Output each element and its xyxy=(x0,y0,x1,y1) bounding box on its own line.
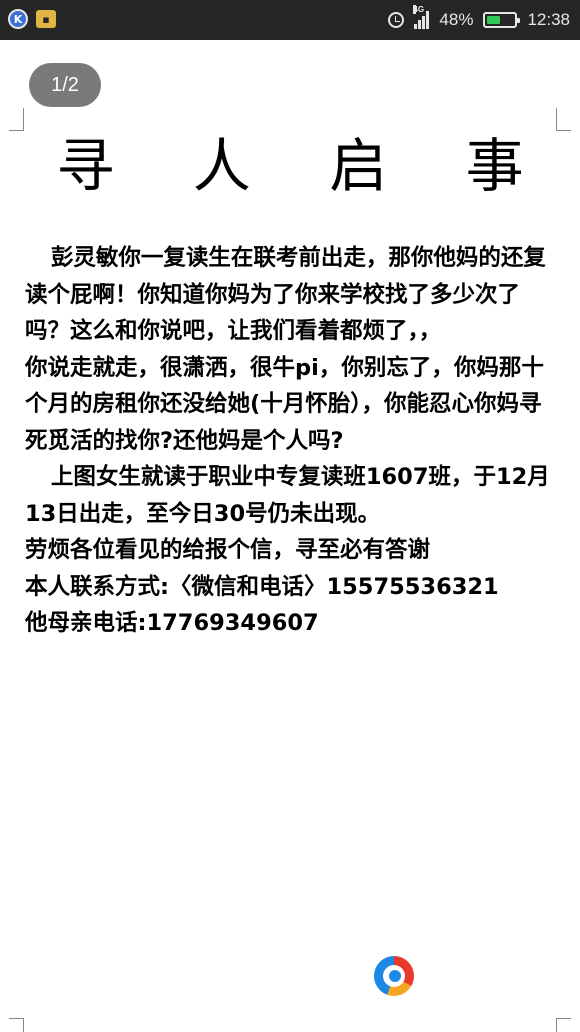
paragraph: 你说走就走，很潇洒，很牛pi，你别忘了，你妈那十个月的房租你还没给她(十月怀胎）… xyxy=(25,354,544,454)
k-app-icon: K xyxy=(8,9,28,29)
paragraph: 上图女生就读于职业中专复读班1607班，于12月13日出走，至今日30号仍未出现… xyxy=(25,464,550,527)
watermark-logo-icon xyxy=(374,956,414,996)
clock: 12:38 xyxy=(527,10,570,29)
paragraph: 劳烦各位看见的给报个信，寻至必有答谢 xyxy=(25,537,431,563)
paragraph: 本人联系方式:〈微信和电话〉15575536321 xyxy=(25,573,499,600)
page-indicator[interactable]: 1/2 xyxy=(29,63,101,107)
network-type: 4G xyxy=(413,5,425,14)
signal-icon: 4G xyxy=(413,5,430,29)
document-title: 寻 人 启 事 xyxy=(56,132,554,200)
status-bar: K ▪ 4G 48% 12:38 xyxy=(0,0,580,40)
page-corner-mark xyxy=(556,1018,571,1032)
document-body: 彭灵敏你一复读生在联考前出走，那你他妈的还复读个屁啊！你知道你妈为了你来学校找了… xyxy=(25,240,560,642)
status-indicators: 4G 48% 12:38 xyxy=(388,0,570,40)
battery-icon xyxy=(483,12,521,28)
paragraph: 彭灵敏你一复读生在联考前出走，那你他妈的还复读个屁啊！你知道你妈为了你来学校找了… xyxy=(25,245,546,344)
notification-icons: K ▪ xyxy=(8,9,56,29)
battery-percent: 48% xyxy=(439,10,474,29)
alarm-icon xyxy=(388,12,405,28)
paragraph: 他母亲电话:17769349607 xyxy=(25,610,319,636)
page-corner-mark xyxy=(556,108,571,131)
tv-app-icon: ▪ xyxy=(36,10,56,28)
page-corner-mark xyxy=(9,1018,24,1032)
battery-fill xyxy=(487,16,500,24)
page-corner-mark xyxy=(9,108,24,131)
